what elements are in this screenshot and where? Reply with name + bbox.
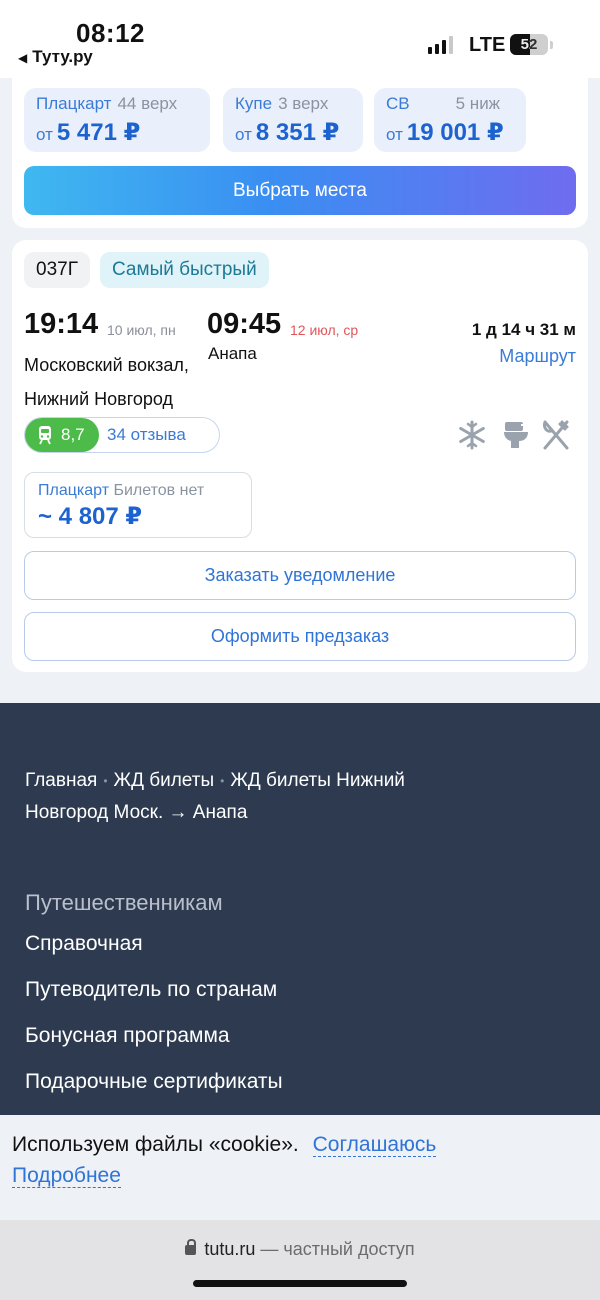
departure-date: 10 июл, пн <box>107 322 176 338</box>
train-number: 037Г <box>24 252 90 288</box>
lock-icon <box>185 1239 197 1255</box>
home-indicator[interactable] <box>193 1280 407 1287</box>
offer-class: Плацкарт <box>38 482 110 499</box>
fare-from: от <box>235 125 252 144</box>
fare-class: СВ <box>386 94 410 113</box>
breadcrumb-separator: • <box>103 774 108 788</box>
back-to-app-link[interactable]: ◀ Туту.ру <box>18 47 93 67</box>
train-card: 037Г Самый быстрый 19:14 10 июл, пн 09:4… <box>12 240 588 672</box>
offer-status: Билетов нет <box>113 482 205 499</box>
network-label: LTE <box>469 34 506 56</box>
fare-price: 5 471 ₽ <box>56 119 141 146</box>
clock: 08:12 <box>76 18 145 48</box>
fare-class: Купе <box>235 94 273 113</box>
fare-platskart[interactable]: Плацкарт 44 верх от 5 471 ₽ <box>24 88 210 152</box>
breadcrumb-separator: • <box>220 774 225 788</box>
departure-station-line2: Нижний Новгород <box>24 389 174 409</box>
fare-seats: 44 верх <box>117 94 178 113</box>
footer-link-gift[interactable]: Подарочные сертификаты <box>25 1070 283 1094</box>
rating-reviews-button[interactable]: 8,7 34 отзыва <box>24 417 220 453</box>
fare-from: от <box>386 125 403 144</box>
fare-seats: 3 верх <box>278 94 329 113</box>
arrival-date: 12 июл, ср <box>290 322 359 338</box>
signal-icon <box>428 36 453 54</box>
private-mode-label: — частный доступ <box>260 1239 415 1259</box>
reviews-count: 34 отзыва <box>107 425 186 444</box>
previous-train-card: Плацкарт 44 верх от 5 471 ₽ Купе 3 верх от 8… <box>12 78 588 228</box>
cookie-agree-link[interactable]: Соглашаюсь <box>312 1133 437 1157</box>
fare-price: 19 001 ₽ <box>406 119 504 146</box>
trip-duration: 1 д 14 ч 31 м <box>471 320 576 339</box>
cookie-text: Используем файлы «cookie». <box>12 1133 299 1156</box>
footer-link-bonus[interactable]: Бонусная программа <box>25 1024 230 1048</box>
fastest-badge: Самый быстрый <box>100 252 269 288</box>
breadcrumb: Главная • ЖД билеты • ЖД билеты Нижний Новго… <box>25 765 465 829</box>
back-app-label: Туту.ру <box>32 47 93 66</box>
departure-station: Московский вокзал, Нижний Новгород <box>24 348 214 416</box>
fare-from: от <box>36 125 53 144</box>
footer-link-help[interactable]: Справочная <box>25 932 143 956</box>
arrival-time: 09:45 <box>207 308 282 340</box>
cookie-more-link[interactable]: Подробнее <box>12 1164 121 1188</box>
footer-link-guide[interactable]: Путеводитель по странам <box>25 978 277 1002</box>
preorder-button[interactable]: Оформить предзаказ <box>24 612 576 661</box>
toilet-icon <box>499 418 533 452</box>
breadcrumb-home[interactable]: Главная <box>25 770 97 791</box>
browser-address-bar[interactable]: tutu.ru — частный доступ <box>0 1220 600 1300</box>
fare-offer-card[interactable]: Плацкарт Билетов нет ~ 4 807 ₽ <box>24 472 252 538</box>
departure-station-line1: Московский вокзал, <box>24 355 189 375</box>
rating-value: 8,7 <box>61 425 85 444</box>
route-link[interactable]: Маршрут <box>499 346 576 367</box>
dining-icon <box>539 418 573 452</box>
battery-level: 52 <box>520 36 538 53</box>
notify-button[interactable]: Заказать уведомление <box>24 551 576 600</box>
breadcrumb-rail[interactable]: ЖД билеты <box>114 770 215 791</box>
fare-sv[interactable]: СВ 5 ниж от 19 001 ₽ <box>374 88 526 152</box>
battery-icon: 52 <box>510 34 548 55</box>
site-footer: Главная • ЖД билеты • ЖД билеты Нижний Новго… <box>0 703 600 1115</box>
status-bar: 08:12 ◀ Туту.ру LTE 52 <box>0 0 600 78</box>
departure-time: 19:14 <box>24 308 99 340</box>
fare-price: 8 351 ₽ <box>255 119 340 146</box>
fare-class: Плацкарт <box>36 94 112 113</box>
footer-section-title: Путешественникам <box>25 890 223 915</box>
offer-price: ~ 4 807 ₽ <box>38 503 143 530</box>
back-arrow-icon: ◀ <box>18 51 28 65</box>
battery-tip <box>550 41 553 49</box>
fare-kupe[interactable]: Купе 3 верх от 8 351 ₽ <box>223 88 363 152</box>
snowflake-icon <box>455 418 489 452</box>
arrival-station: Анапа <box>208 344 257 363</box>
train-icon <box>39 426 51 445</box>
url-domain: tutu.ru <box>204 1239 256 1259</box>
address-display[interactable]: tutu.ru — частный доступ <box>0 1239 600 1260</box>
fare-seats: 5 ниж <box>455 94 501 113</box>
cookie-banner: Используем файлы «cookie». Соглашаюсь По… <box>0 1115 600 1220</box>
rating-badge: 8,7 <box>25 418 99 452</box>
choose-seats-button[interactable]: Выбрать места <box>24 166 576 215</box>
